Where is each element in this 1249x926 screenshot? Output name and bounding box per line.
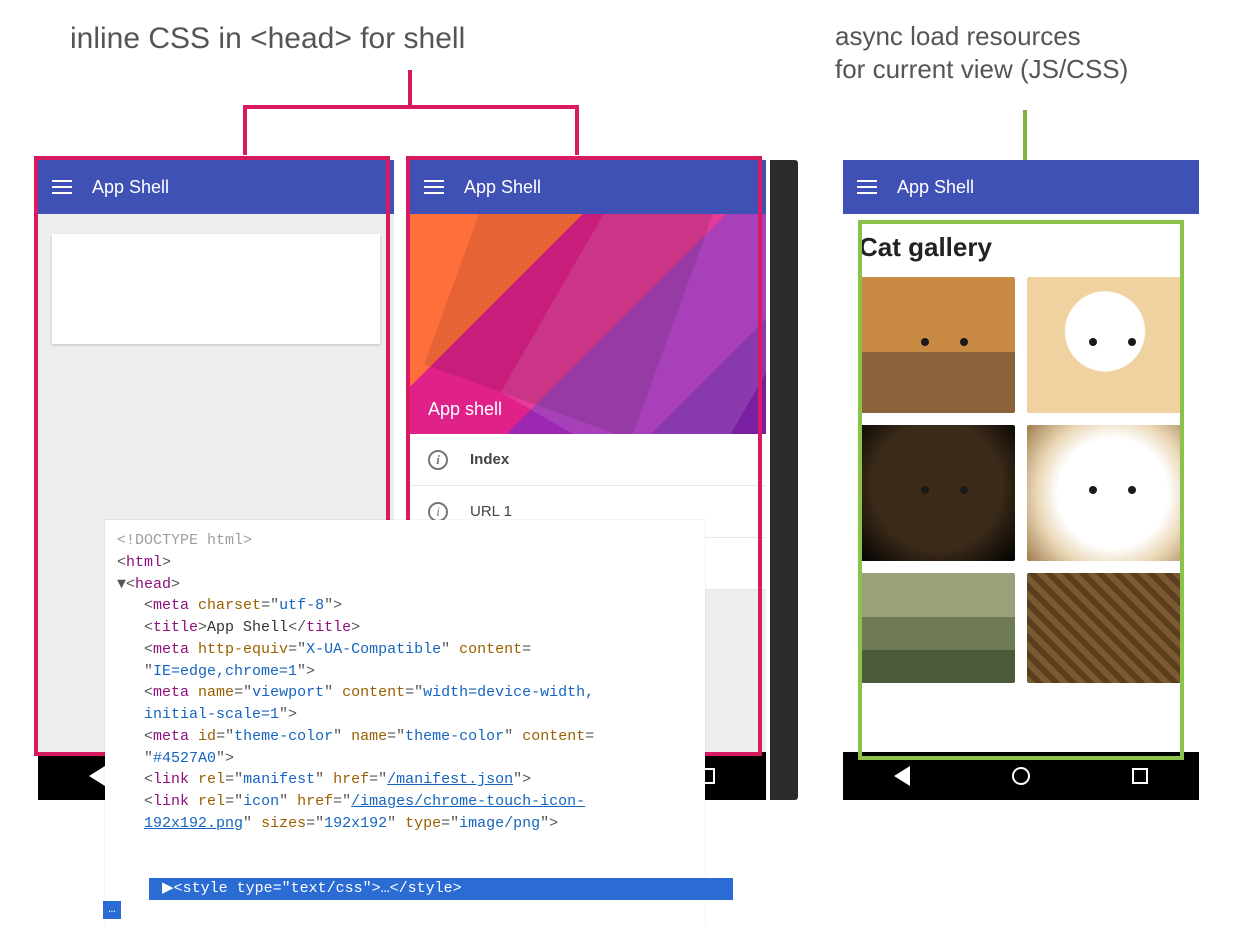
nav-back-icon[interactable] xyxy=(894,766,910,786)
code-line: <link rel="manifest" href="/manifest.jso… xyxy=(117,769,693,791)
code-line: <<html>html> xyxy=(117,552,693,574)
phone-shadow xyxy=(770,160,798,800)
code-line: <title>App Shell</title> xyxy=(117,617,693,639)
label-async-load: async load resources for current view (J… xyxy=(835,20,1128,85)
code-line: <!DOCTYPE html> xyxy=(117,530,693,552)
code-line: 192x192.png" sizes="192x192" type="image… xyxy=(117,813,693,835)
callout-connector xyxy=(243,105,578,109)
nav-recent-icon[interactable] xyxy=(1132,768,1148,784)
code-line: "IE=edge,chrome=1"> xyxy=(117,661,693,683)
code-line-highlighted: … ▶<style type="text/css">…</style> xyxy=(117,835,693,922)
menu-icon[interactable] xyxy=(857,180,877,194)
label-inline-css: inline CSS in <head> for shell xyxy=(70,20,465,58)
code-line: <meta name="viewport" content="width=dev… xyxy=(117,682,693,704)
app-title: App Shell xyxy=(897,177,974,198)
code-line: <meta id="theme-color" name="theme-color… xyxy=(117,726,693,748)
nav-back-icon[interactable] xyxy=(89,766,105,786)
nav-home-icon[interactable] xyxy=(1012,767,1030,785)
app-bar: App Shell xyxy=(843,160,1199,214)
code-snippet: <!DOCTYPE html> <<html>html> ▼<head> <me… xyxy=(105,520,705,926)
code-line: ▼<head> xyxy=(117,574,693,596)
code-line: "#4527A0"> xyxy=(117,748,693,770)
highlight-box-content xyxy=(858,220,1184,760)
callout-connector xyxy=(575,105,579,155)
code-line: <link rel="icon" href="/images/chrome-to… xyxy=(117,791,693,813)
callout-connector xyxy=(243,105,247,155)
code-line: <meta charset="utf-8"> xyxy=(117,595,693,617)
callout-connector xyxy=(408,70,412,105)
code-line: <meta http-equiv="X-UA-Compatible" conte… xyxy=(117,639,693,661)
code-line: initial-scale=1"> xyxy=(117,704,693,726)
